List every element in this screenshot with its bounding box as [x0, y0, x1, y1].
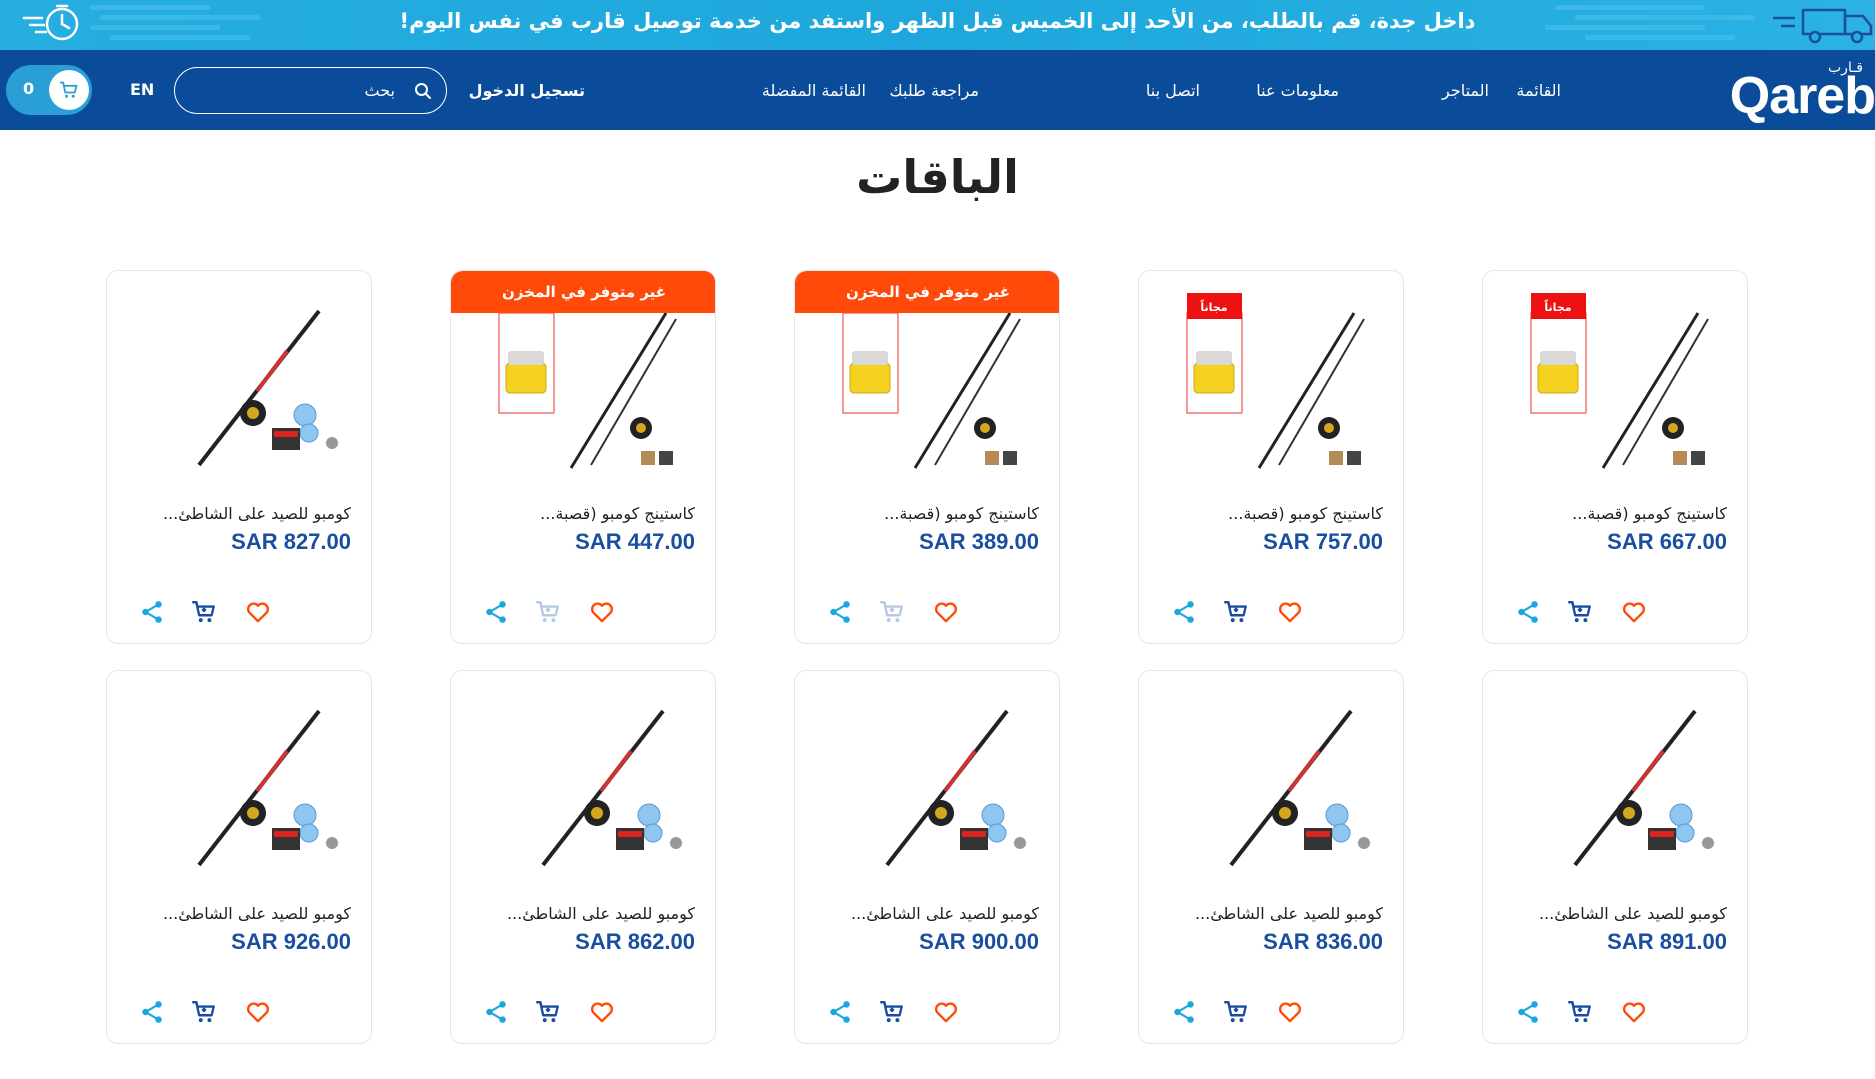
product-price: SAR 836.00 [1263, 929, 1383, 954]
product-card[interactable]: كومبو للصيد على الشاطئ... SAR 862.00 [450, 670, 716, 1044]
search-icon[interactable] [414, 82, 432, 100]
product-card[interactable]: مجاناً كاستينج كومبو (قصبة... SAR 667.00 [1482, 270, 1748, 644]
share-icon[interactable] [483, 599, 509, 625]
product-image[interactable] [1169, 693, 1379, 873]
product-image[interactable]: مجاناً [1169, 293, 1379, 473]
nav-about[interactable]: معلومات عنا [1256, 81, 1339, 100]
product-image[interactable]: مجاناً [1513, 293, 1723, 473]
search-box [174, 67, 447, 114]
product-name[interactable]: كومبو للصيد على الشاطئ... [465, 904, 695, 923]
add-to-cart-icon[interactable] [1223, 999, 1249, 1025]
out-of-stock-badge: غير متوفر في المخزن [451, 271, 715, 313]
share-icon[interactable] [1171, 999, 1197, 1025]
add-to-cart-icon[interactable] [535, 999, 561, 1025]
add-to-cart-icon[interactable] [1567, 599, 1593, 625]
heart-icon[interactable] [589, 999, 615, 1025]
product-name[interactable]: كومبو للصيد على الشاطئ... [121, 904, 351, 923]
product-price: SAR 389.00 [919, 529, 1039, 554]
free-tag: مجاناً [1200, 299, 1227, 314]
add-to-cart-icon[interactable] [879, 999, 905, 1025]
product-price: SAR 891.00 [1607, 929, 1727, 954]
product-price: SAR 900.00 [919, 929, 1039, 954]
product-price: SAR 926.00 [231, 929, 351, 954]
login-link[interactable]: تسجيل الدخول [469, 81, 585, 100]
heart-icon[interactable] [933, 599, 959, 625]
nav-stores[interactable]: المتاجر [1442, 81, 1489, 100]
product-name[interactable]: كومبو للصيد على الشاطئ... [1153, 904, 1383, 923]
product-price: SAR 667.00 [1607, 529, 1727, 554]
share-icon[interactable] [1515, 999, 1541, 1025]
product-price: SAR 862.00 [575, 929, 695, 954]
product-card[interactable]: كومبو للصيد على الشاطئ... SAR 891.00 [1482, 670, 1748, 1044]
share-icon[interactable] [1515, 599, 1541, 625]
logo-text: Qareb [1729, 67, 1875, 125]
share-icon[interactable] [827, 599, 853, 625]
add-to-cart-icon[interactable] [191, 599, 217, 625]
product-image[interactable] [825, 693, 1035, 873]
share-icon[interactable] [139, 599, 165, 625]
search-input[interactable] [195, 78, 395, 103]
product-name[interactable]: كاستينج كومبو (قصبة... [465, 504, 695, 523]
product-name[interactable]: كاستينج كومبو (قصبة... [809, 504, 1039, 523]
nav-menu[interactable]: القائمة [1516, 81, 1561, 100]
product-price: SAR 827.00 [231, 529, 351, 554]
heart-icon[interactable] [245, 999, 271, 1025]
add-to-cart-icon[interactable] [191, 999, 217, 1025]
product-card[interactable]: كومبو للصيد على الشاطئ... SAR 926.00 [106, 670, 372, 1044]
site-header: قـارب Qareb القائمة المتاجر معلومات عنا … [0, 50, 1875, 130]
cart-button[interactable]: 0 [6, 65, 92, 115]
product-price: SAR 447.00 [575, 529, 695, 554]
product-card[interactable]: غير متوفر في المخزن كاستينج كومبو (قصبة..… [450, 270, 716, 644]
out-of-stock-badge: غير متوفر في المخزن [795, 271, 1059, 313]
product-image[interactable] [825, 293, 1035, 473]
product-name[interactable]: كومبو للصيد على الشاطئ... [1497, 904, 1727, 923]
share-icon[interactable] [827, 999, 853, 1025]
nav-review-order[interactable]: مراجعة طلبك [890, 81, 979, 100]
product-name[interactable]: كومبو للصيد على الشاطئ... [121, 504, 351, 523]
logo[interactable]: قـارب Qareb [1725, 60, 1875, 125]
nav-wishlist[interactable]: القائمة المفضلة [762, 81, 866, 100]
product-image[interactable] [137, 693, 347, 873]
share-icon[interactable] [483, 999, 509, 1025]
heart-icon[interactable] [1277, 599, 1303, 625]
heart-icon[interactable] [245, 599, 271, 625]
cart-circle [49, 70, 89, 110]
delivery-truck-icon [1545, 5, 1873, 44]
language-switch[interactable]: EN [130, 80, 154, 99]
product-card[interactable]: غير متوفر في المخزن كاستينج كومبو (قصبة..… [794, 270, 1060, 644]
product-image[interactable] [481, 293, 691, 473]
add-to-cart-icon[interactable] [1567, 999, 1593, 1025]
product-card[interactable]: مجاناً كاستينج كومبو (قصبة... SAR 757.00 [1138, 270, 1404, 644]
nav-contact[interactable]: اتصل بنا [1146, 81, 1200, 100]
heart-icon[interactable] [589, 599, 615, 625]
product-name[interactable]: كومبو للصيد على الشاطئ... [809, 904, 1039, 923]
promo-banner: داخل جدة، قم بالطلب، من الأحد إلى الخميس… [0, 0, 1875, 50]
free-tag: مجاناً [1544, 299, 1571, 314]
cart-count: 0 [23, 79, 35, 98]
product-card[interactable]: كومبو للصيد على الشاطئ... SAR 827.00 [106, 270, 372, 644]
product-name[interactable]: كاستينج كومبو (قصبة... [1497, 504, 1727, 523]
product-image[interactable] [481, 693, 691, 873]
heart-icon[interactable] [1621, 599, 1647, 625]
product-image[interactable] [1513, 693, 1723, 873]
share-icon[interactable] [1171, 599, 1197, 625]
add-to-cart-icon[interactable] [535, 599, 561, 625]
heart-icon[interactable] [933, 999, 959, 1025]
share-icon[interactable] [139, 999, 165, 1025]
cart-icon [59, 81, 78, 98]
heart-icon[interactable] [1277, 999, 1303, 1025]
product-card[interactable]: كومبو للصيد على الشاطئ... SAR 900.00 [794, 670, 1060, 1044]
add-to-cart-icon[interactable] [1223, 599, 1249, 625]
add-to-cart-icon[interactable] [879, 599, 905, 625]
product-image[interactable] [137, 293, 347, 473]
product-price: SAR 757.00 [1263, 529, 1383, 554]
product-name[interactable]: كاستينج كومبو (قصبة... [1153, 504, 1383, 523]
heart-icon[interactable] [1621, 999, 1647, 1025]
page-title: الباقات [856, 150, 1019, 204]
product-card[interactable]: كومبو للصيد على الشاطئ... SAR 836.00 [1138, 670, 1404, 1044]
